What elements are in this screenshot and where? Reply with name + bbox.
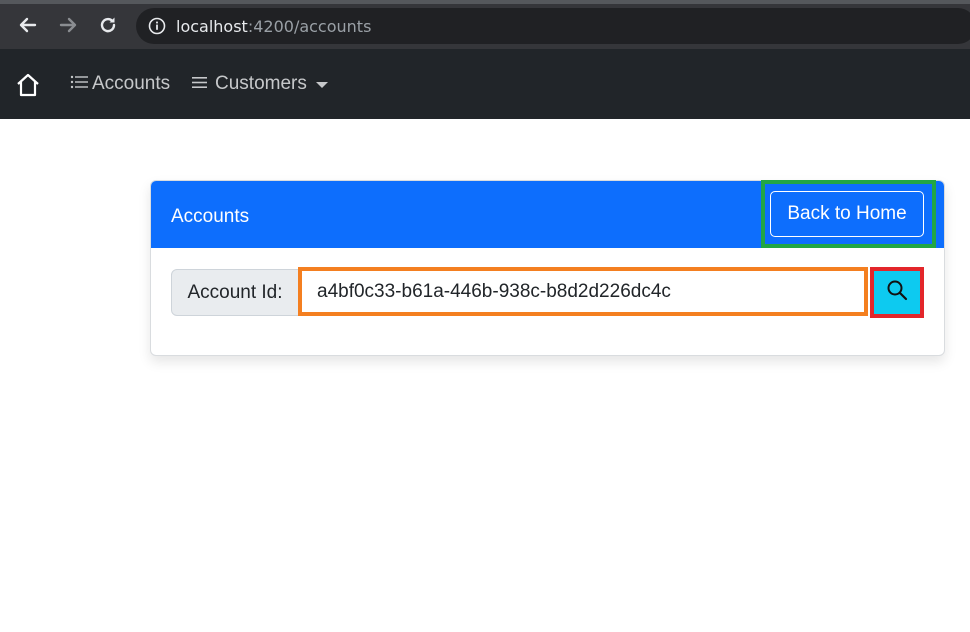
card-title: Accounts <box>171 206 250 227</box>
account-id-input[interactable]: a4bf0c33-b61a-446b-938c-b8d2d226dc4c <box>298 267 868 316</box>
search-button[interactable] <box>870 267 924 318</box>
list-icon <box>192 74 207 94</box>
browser-toolbar: localhost:4200/accounts <box>0 0 970 49</box>
forward-arrow-icon[interactable] <box>55 12 81 38</box>
list-ol-icon <box>70 74 88 94</box>
nav-link-customers[interactable]: Customers <box>192 73 328 95</box>
url-host: localhost <box>176 16 248 36</box>
info-icon[interactable] <box>148 17 166 35</box>
url-text: localhost:4200/accounts <box>176 17 371 36</box>
app-navbar: Accounts Customers <box>0 49 970 119</box>
house-icon[interactable] <box>14 71 42 99</box>
caret-down-icon[interactable] <box>315 82 328 88</box>
nav-link-customers-label: Customers <box>215 73 307 94</box>
card-header: Accounts Back to Home <box>151 181 944 248</box>
nav-link-accounts-label: Accounts <box>92 73 171 94</box>
url-path: :4200/accounts <box>247 16 372 36</box>
back-arrow-icon[interactable] <box>15 12 41 38</box>
account-id-label: Account Id: <box>171 269 299 316</box>
nav-link-accounts[interactable]: Accounts <box>70 73 170 95</box>
address-bar[interactable]: localhost:4200/accounts <box>136 8 970 44</box>
browser-top-line <box>0 0 970 4</box>
search-icon <box>886 279 908 306</box>
reload-icon[interactable] <box>95 12 121 38</box>
back-to-home-button[interactable]: Back to Home <box>770 191 924 237</box>
accounts-card: Accounts Back to Home Account Id: a4bf0c… <box>150 180 945 356</box>
